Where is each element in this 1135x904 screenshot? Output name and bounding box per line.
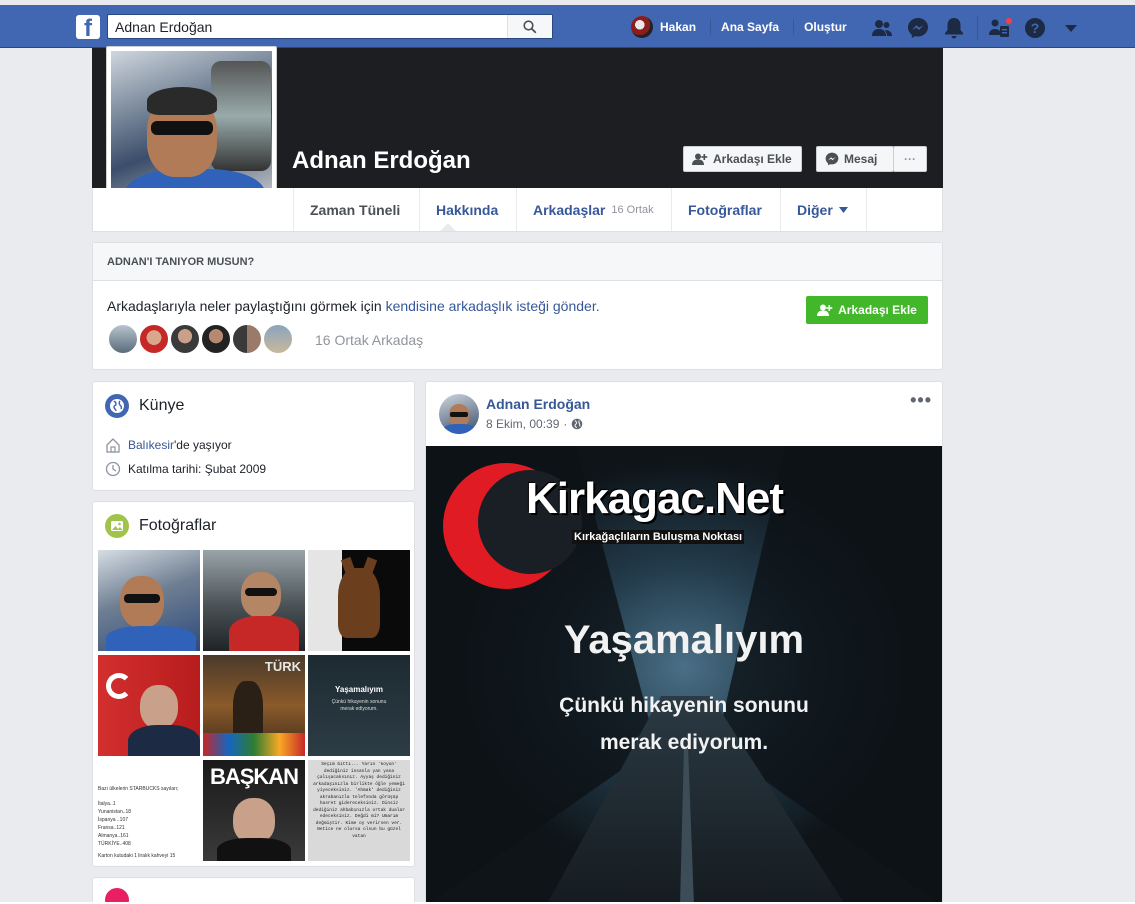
thumb-caption: Çünkü hikayenin sonunu merak ediyorum. xyxy=(331,699,387,712)
avatar[interactable] xyxy=(200,323,232,355)
top-navigation-bar: f Hakan Ana Sayfa Oluştur ? xyxy=(0,5,1135,48)
post-options-button[interactable]: ••• xyxy=(910,390,932,411)
avatar[interactable] xyxy=(169,323,201,355)
thumb-caption: Yaşamalıyım xyxy=(334,685,384,694)
photo-thumbnail[interactable]: BAŞKAN xyxy=(203,760,305,861)
user-avatar[interactable] xyxy=(631,16,653,38)
tab-about[interactable]: Hakkında xyxy=(419,188,516,231)
account-menu-icon[interactable] xyxy=(1064,23,1078,33)
add-friend-button[interactable]: Arkadaşı Ekle xyxy=(683,146,802,172)
tab-more[interactable]: Diğer xyxy=(780,188,867,231)
post-card: Adnan Erdoğan 8 Ekim, 00:39 · ••• Kirkag… xyxy=(425,381,943,904)
know-card-text: Arkadaşlarıyla neler paylaştığını görmek… xyxy=(107,298,600,314)
post-image-brand-sub: Kırkağaçlıların Buluşma Noktası xyxy=(572,530,745,544)
messenger-icon[interactable] xyxy=(907,17,929,39)
notification-badge xyxy=(1005,17,1013,25)
know-person-card: ADNAN'I TANIYOR MUSUN? Arkadaşlarıyla ne… xyxy=(92,242,943,370)
thumb-caption: TÜRK xyxy=(264,659,301,674)
profile-tabs: Zaman Tüneli Hakkında Arkadaşlar 16 Ortak… xyxy=(92,188,943,232)
message-button[interactable]: Mesaj xyxy=(816,146,894,172)
photos-icon xyxy=(105,514,129,538)
post-image-title: Yaşamalıyım xyxy=(563,618,805,662)
add-friend-label: Arkadaşı Ekle xyxy=(713,152,792,166)
messenger-icon xyxy=(825,152,839,166)
svg-text:?: ? xyxy=(1031,20,1040,36)
next-section-card xyxy=(92,877,415,904)
joined-date: Katılma tarihi: Şubat 2009 xyxy=(128,462,267,476)
photo-thumbnail[interactable]: Yaşamalıyım Çünkü hikayenin sonunu merak… xyxy=(308,655,410,756)
add-friend-icon xyxy=(817,304,833,316)
thumb-caption: Karton kutudaki 1 liralık kahveyi 15 xyxy=(98,853,176,859)
photos-title: Fotoğraflar xyxy=(105,514,216,538)
photo-thumbnail[interactable] xyxy=(203,550,305,651)
photo-thumbnail[interactable] xyxy=(98,655,200,756)
photo-thumbnail[interactable]: Bazı ülkelerin STARBUCKS sayıları; İtaly… xyxy=(98,760,200,861)
home-icon xyxy=(106,438,120,453)
post-author-name[interactable]: Adnan Erdoğan xyxy=(486,396,590,412)
thumb-caption: İtalya..1 Yunanistan..18 İspanya ..107 F… xyxy=(98,801,132,847)
photo-thumbnail[interactable] xyxy=(308,550,410,651)
post-image[interactable]: Kirkagac.Net Kırkağaçlıların Buluşma Nok… xyxy=(426,446,942,904)
post-image-brand: Kirkagac.Net xyxy=(526,474,784,523)
mutual-friends-avatars xyxy=(107,323,294,355)
post-image-line1: Çünkü hikayenin sonunu xyxy=(559,694,809,717)
photo-thumbnail[interactable]: Seçim bitti... Yarın 'koyun' dediğiniz i… xyxy=(308,760,410,861)
tab-friends[interactable]: Arkadaşlar 16 Ortak xyxy=(516,188,671,231)
intro-card: Künye Balıkesir'de yaşıyor Katılma tarih… xyxy=(92,381,415,491)
add-friend-icon xyxy=(692,153,708,165)
user-name-link[interactable]: Hakan xyxy=(660,20,696,34)
chevron-down-icon xyxy=(838,206,848,213)
facebook-logo-icon[interactable]: f xyxy=(76,15,100,39)
message-label: Mesaj xyxy=(844,152,878,166)
friends-count: 16 Ortak xyxy=(611,203,654,216)
tab-photos[interactable]: Fotoğraflar xyxy=(671,188,780,231)
clock-icon xyxy=(105,461,121,477)
avatar[interactable] xyxy=(107,323,139,355)
globe-icon xyxy=(105,394,129,418)
nav-divider xyxy=(710,19,712,35)
know-card-header: ADNAN'I TANIYOR MUSUN? xyxy=(93,243,942,281)
add-friend-green-button[interactable]: Arkadaşı Ekle xyxy=(806,296,928,324)
more-icon: ··· xyxy=(904,152,916,166)
joined-line: Katılma tarihi: Şubat 2009 xyxy=(105,461,266,477)
nav-divider xyxy=(977,16,978,40)
search-button[interactable] xyxy=(507,15,552,38)
meta-separator: · xyxy=(563,417,568,431)
profile-name[interactable]: Adnan Erdoğan xyxy=(292,147,471,175)
nav-divider xyxy=(793,19,795,35)
thumb-caption: BAŞKAN xyxy=(209,764,299,789)
search-box xyxy=(107,14,553,39)
post-meta: 8 Ekim, 00:39 · xyxy=(486,417,583,431)
photo-thumbnail[interactable]: TÜRK xyxy=(203,655,305,756)
tab-timeline[interactable]: Zaman Tüneli xyxy=(293,188,419,231)
help-icon[interactable]: ? xyxy=(1024,17,1046,39)
avatar[interactable] xyxy=(138,323,170,355)
globe-icon[interactable] xyxy=(571,418,583,430)
notifications-icon[interactable] xyxy=(944,17,964,39)
friend-requests-icon[interactable] xyxy=(871,17,893,39)
post-author-avatar[interactable] xyxy=(439,394,479,434)
nav-icons: ? xyxy=(870,16,1080,40)
post-timestamp[interactable]: 8 Ekim, 00:39 xyxy=(486,417,559,431)
search-icon xyxy=(523,19,537,33)
create-link[interactable]: Oluştur xyxy=(804,20,847,34)
more-options-button[interactable]: ··· xyxy=(893,146,927,172)
city-link[interactable]: Balıkesir xyxy=(128,438,174,452)
user-navigation: Hakan Ana Sayfa Oluştur xyxy=(631,16,847,38)
active-tab-indicator xyxy=(440,223,456,231)
home-link[interactable]: Ana Sayfa xyxy=(721,20,779,34)
thumb-caption: Seçim bitti... Yarın 'koyun' dediğiniz i… xyxy=(313,762,405,839)
mutual-friends-count[interactable]: 16 Ortak Arkadaş xyxy=(315,332,423,348)
avatar[interactable] xyxy=(231,323,263,355)
thumb-caption: Bazı ülkelerin STARBUCKS sayıları; xyxy=(98,786,179,792)
post-image-line2: merak ediyorum. xyxy=(599,731,769,754)
photo-thumbnail[interactable] xyxy=(98,550,200,651)
intro-title: Künye xyxy=(105,394,184,418)
search-input[interactable] xyxy=(108,15,508,38)
profile-photo xyxy=(111,51,272,210)
photos-card: Fotoğraflar TÜRK Yaşamalıyım Çünkü hikay… xyxy=(92,501,415,867)
lives-in-line: Balıkesir'de yaşıyor xyxy=(105,437,232,453)
send-friend-request-link[interactable]: kendisine arkadaşlık isteği gönder. xyxy=(386,298,600,314)
avatar[interactable] xyxy=(262,323,294,355)
